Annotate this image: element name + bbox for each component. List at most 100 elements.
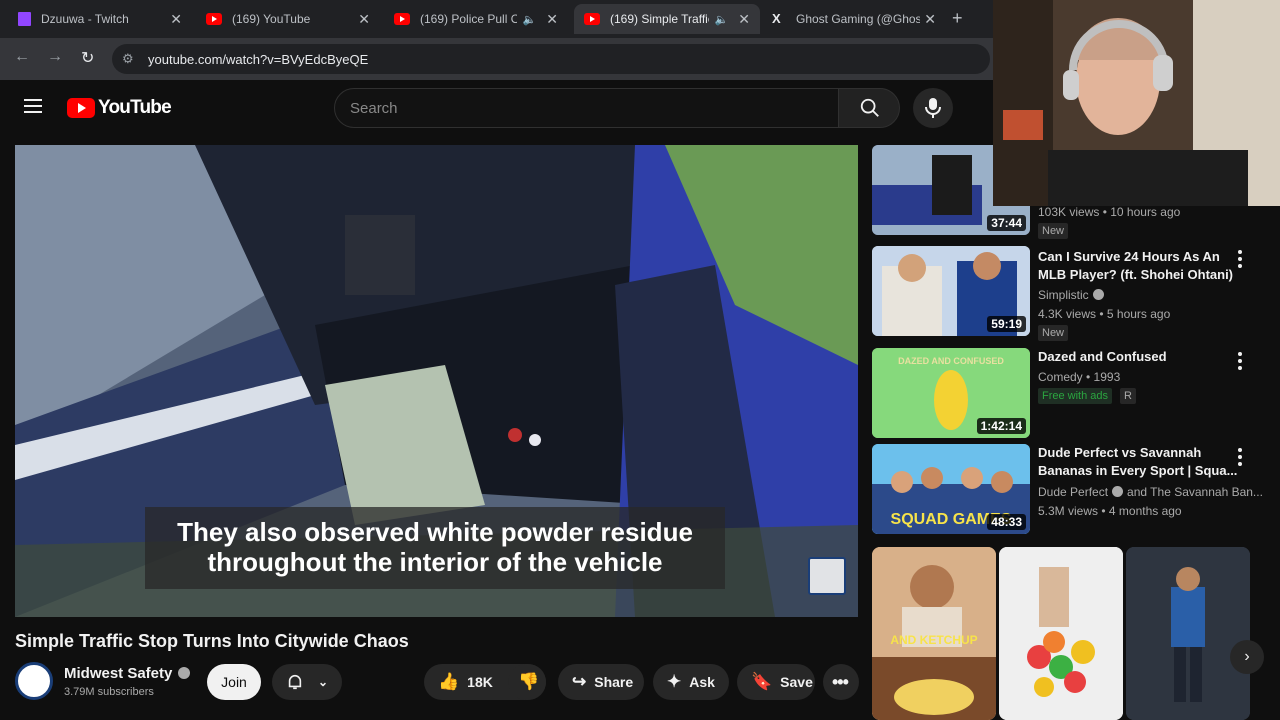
channel-watermark-icon[interactable] [808,557,846,595]
close-icon[interactable]: ✕ [358,11,370,28]
video-title[interactable]: Dude Perfect vs Savannah Bananas in Ever… [1038,444,1238,480]
tab-label: Ghost Gaming (@Ghost [796,12,921,26]
channel-name[interactable]: Dude Perfect [1038,485,1108,499]
save-label: Save [780,674,813,690]
chevron-right-icon[interactable]: › [1230,640,1264,674]
tab-youtube-home[interactable]: (169) YouTube ✕ [196,4,380,34]
reload-icon[interactable]: ↻ [81,48,94,68]
more-actions-button[interactable]: ••• [823,664,859,700]
more-vertical-icon[interactable] [1238,352,1242,370]
recommendation-item[interactable]: DAZED AND CONFUSED 1:42:14 Dazed and Con… [872,348,1272,440]
more-vertical-icon[interactable] [1238,250,1242,268]
close-icon[interactable]: ✕ [170,11,182,28]
verified-icon [1112,486,1124,497]
dislike-button[interactable]: 👎 [508,664,546,700]
twitch-icon [18,12,31,26]
share-label: Share [594,674,634,690]
tab-twitch[interactable]: Dzuuwa - Twitch ✕ [8,4,192,34]
video-meta: Comedy • 1993 [1038,370,1121,384]
address-bar[interactable]: ⚙ youtube.com/watch?v=BVyEdcByeQE [112,44,990,74]
video-title[interactable]: Can I Survive 24 Hours As An MLB Player?… [1038,248,1238,284]
short-item[interactable]: AND KETCHUP [872,547,996,720]
more-vertical-icon[interactable] [1238,448,1242,466]
site-settings-icon[interactable]: ⚙ [122,51,134,67]
bookmark-icon: 🔖 [751,672,773,691]
search-button[interactable] [838,88,900,128]
join-button[interactable]: Join [207,664,261,700]
short-item[interactable] [1126,547,1250,720]
back-arrow-icon[interactable]: ← [14,48,30,66]
youtube-icon [394,13,410,25]
x-icon: X [772,11,781,26]
thumb-dazed-text: DAZED AND CONFUSED [898,356,1004,366]
notification-button[interactable]: ⌄ [272,664,342,700]
bell-icon [288,674,302,690]
tab-police-video[interactable]: (169) Police Pull Ove 🔈 ✕ [384,4,568,34]
tab-simple-traffic[interactable]: (169) Simple Traffic S 🔈 ✕ [574,4,760,34]
video-player[interactable]: They also observed white powder residue … [15,145,858,617]
channel-name[interactable]: Midwest Safety [64,665,172,682]
microphone-icon [925,98,941,118]
ask-button[interactable]: ✦ Ask [653,664,729,700]
video-title: Simple Traffic Stop Turns Into Citywide … [15,631,409,651]
channel-avatar[interactable] [15,662,53,700]
youtube-logo[interactable]: YouTube [67,97,172,119]
video-duration: 59:19 [987,316,1026,332]
speaker-icon[interactable]: 🔈 [523,13,537,26]
ask-label: Ask [689,674,715,690]
tab-label: (169) YouTube [232,12,311,26]
like-count: 18K [467,674,493,690]
close-icon[interactable]: ✕ [924,11,936,28]
thumbs-down-icon: 👎 [518,672,540,691]
speaker-icon[interactable]: 🔈 [715,13,729,26]
search-input[interactable]: Search [334,88,840,128]
sparkle-icon: ✦ [667,672,682,691]
voice-search-button[interactable] [913,88,953,128]
share-button[interactable]: ↪ Share [558,664,644,700]
short-thumbnail: AND KETCHUP [872,547,996,720]
close-icon[interactable]: ✕ [738,11,750,28]
channel-name[interactable]: Simplistic [1038,288,1089,302]
video-thumbnail[interactable]: SQUAD GAMES 48:33 [872,444,1030,534]
caption-line-2: throughout the interior of the vehicle [207,547,663,577]
webcam-overlay [993,0,1280,206]
verified-icon [1092,289,1104,300]
shorts-shelf: AND KETCHUP [872,547,1252,720]
youtube-icon [206,13,222,25]
logo-wordmark: YouTube [98,97,172,118]
channel-name-row: Dude Perfect and The Savannah Ban... [1038,485,1263,499]
join-label: Join [221,674,247,690]
thumb-ketchup-text: AND KETCHUP [890,633,977,647]
save-button[interactable]: 🔖 Save [737,664,815,700]
channel-name-row[interactable]: Midwest Safety [64,665,191,682]
recommendation-item[interactable]: SQUAD GAMES 48:33 Dude Perfect vs Savann… [872,444,1272,536]
video-title[interactable]: Dazed and Confused [1038,348,1238,366]
thumbs-up-icon: 👍 [438,672,460,691]
webcam-image [993,0,1280,206]
rating-badge: R [1120,388,1136,404]
video-caption: They also observed white powder residue … [145,507,725,589]
subscriber-count: 3.79M subscribers [64,686,154,698]
youtube-logo-icon [67,98,95,118]
tab-label: (169) Simple Traffic S [610,12,709,26]
forward-arrow-icon[interactable]: → [47,48,63,66]
more-horizontal-icon: ••• [832,671,849,692]
short-thumbnail [1126,547,1250,720]
video-views-age: 5.3M views • 4 months ago [1038,504,1182,518]
tab-ghost-gaming[interactable]: X Ghost Gaming (@Ghost ✕ [762,4,946,34]
chevron-down-icon: ⌄ [317,675,328,689]
video-views-age: 4.3K views • 5 hours ago [1038,307,1171,321]
new-tab-button[interactable]: + [952,8,963,29]
tab-label: (169) Police Pull Ove [420,12,517,26]
video-thumbnail[interactable]: 59:19 [872,246,1030,336]
video-duration: 37:44 [987,215,1026,231]
recommendation-item[interactable]: 59:19 Can I Survive 24 Hours As An MLB P… [872,246,1272,342]
search-placeholder: Search [350,100,398,117]
video-thumbnail[interactable]: DAZED AND CONFUSED 1:42:14 [872,348,1030,438]
menu-icon[interactable] [24,99,42,113]
tab-label: Dzuuwa - Twitch [41,12,129,26]
url-text: youtube.com/watch?v=BVyEdcByeQE [148,52,369,67]
close-icon[interactable]: ✕ [546,11,558,28]
new-badge: New [1038,223,1069,239]
short-item[interactable] [999,547,1123,720]
